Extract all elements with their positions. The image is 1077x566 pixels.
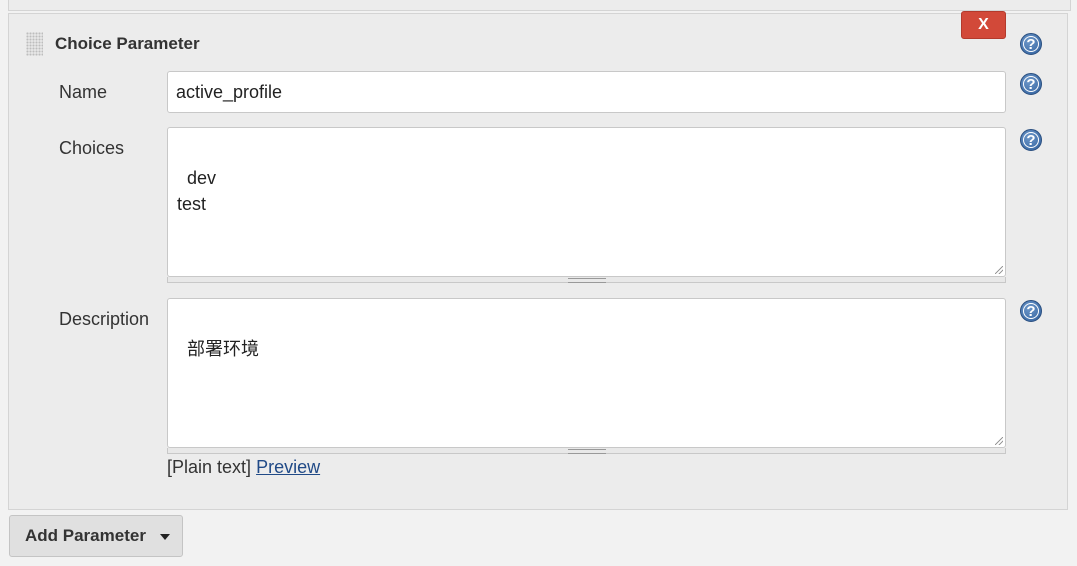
choices-text: dev test (177, 168, 217, 214)
description-textarea[interactable]: 部署环境 (167, 298, 1006, 448)
help-glyph: ? (1026, 131, 1036, 149)
previous-parameter-panel-edge (8, 0, 1071, 11)
choices-label: Choices (59, 138, 125, 158)
choices-textarea[interactable]: dev test (167, 127, 1006, 277)
name-label: Name (59, 82, 108, 102)
help-icon-choices[interactable]: ? (1020, 129, 1042, 151)
preview-link[interactable]: Preview (256, 457, 320, 477)
drag-handle-icon[interactable] (26, 32, 43, 56)
markup-format-info: [Plain text] Preview (167, 457, 320, 478)
help-glyph: ? (1026, 35, 1036, 53)
help-icon-description[interactable]: ? (1020, 300, 1042, 322)
description-text: 部署环境 (187, 339, 260, 359)
help-icon-section[interactable]: ? (1020, 33, 1042, 55)
plain-text-label: [Plain text] (167, 457, 252, 477)
description-resize-grip[interactable] (167, 448, 1006, 454)
delete-parameter-button[interactable]: X (961, 11, 1006, 39)
page-left-edge (0, 0, 7, 566)
resize-corner-icon[interactable] (995, 266, 1003, 274)
add-parameter-label: Add Parameter (25, 526, 146, 545)
resize-corner-icon[interactable] (995, 437, 1003, 445)
help-glyph: ? (1026, 302, 1036, 320)
name-input[interactable]: active_profile (167, 71, 1006, 113)
add-parameter-button[interactable]: Add Parameter (9, 515, 183, 557)
help-glyph: ? (1026, 75, 1036, 93)
section-title: Choice Parameter (55, 34, 200, 53)
dropdown-caret-icon (160, 534, 170, 540)
description-label: Description (59, 309, 150, 329)
choices-resize-grip[interactable] (167, 277, 1006, 283)
help-icon-name[interactable]: ? (1020, 73, 1042, 95)
